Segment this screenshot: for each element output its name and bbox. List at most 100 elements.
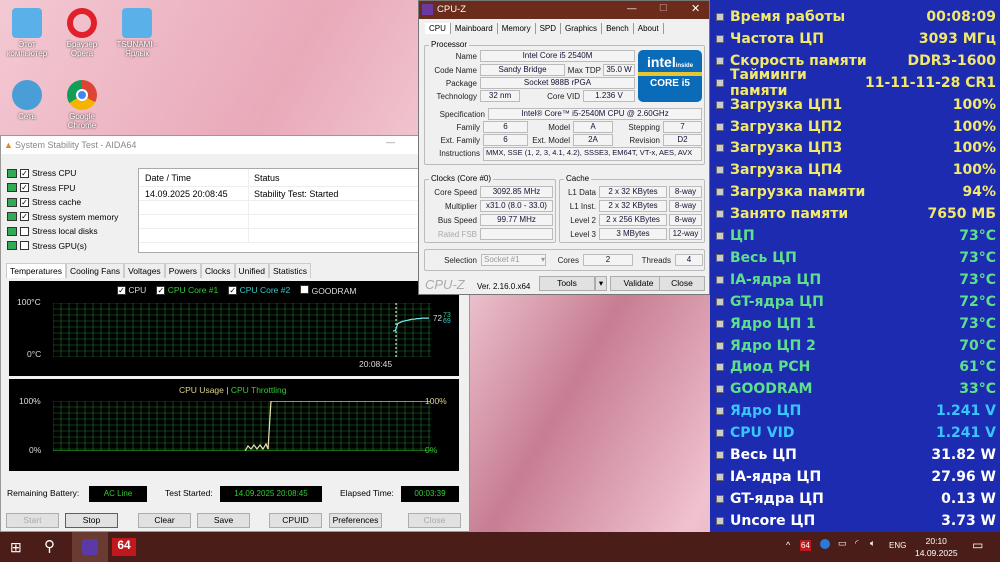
- desktop-icon-network[interactable]: Сеть: [2, 80, 52, 121]
- sensor-icon: [716, 100, 724, 109]
- stress-option[interactable]: ✓ Stress system memory: [7, 212, 118, 222]
- socket-select[interactable]: Socket #1 ▾: [481, 254, 546, 266]
- column-header-status: Status: [254, 172, 280, 183]
- computer-icon: [12, 8, 42, 38]
- stress-option[interactable]: ✓ Stress CPU: [7, 168, 76, 178]
- sensor-icon: [716, 516, 724, 525]
- stress-option[interactable]: ✓ Stress FPU: [7, 183, 75, 193]
- sensor-icon: [716, 166, 724, 175]
- desktop-icon-tsunami[interactable]: TSUNAMI - Ярлык: [112, 8, 162, 58]
- cache-group: Cache L1 Data 2 x 32 KBytes 8-way L1 Inst. 2 …: [559, 174, 705, 243]
- legend-item[interactable]: ✓ CPU: [117, 285, 146, 296]
- stress-option[interactable]: Stress local disks: [7, 226, 98, 236]
- tray-app-icon[interactable]: [820, 539, 830, 549]
- tab[interactable]: Cooling Fans: [65, 263, 125, 278]
- legend-item[interactable]: GOODRAM: [300, 285, 356, 296]
- cpuz-window: CPU-Z — ☐ ✕ CPU Mainboard Memory SPD Graphics B…: [418, 0, 710, 295]
- stress-option[interactable]: ✓ Stress cache: [7, 197, 81, 207]
- taskbar-cpuz[interactable]: [72, 532, 108, 562]
- language-indicator[interactable]: ENG: [889, 541, 906, 550]
- sensor-icon: [716, 363, 724, 372]
- sensor-row: Ядро ЦП 1.241 V: [716, 400, 996, 422]
- sensor-icon: [716, 13, 724, 21]
- stress-device-icon: [7, 197, 17, 207]
- minimize-button[interactable]: —: [627, 3, 637, 14]
- chevron-up-icon[interactable]: ^: [786, 540, 790, 550]
- checkbox[interactable]: ✓: [20, 183, 29, 192]
- sensor-row: Ядро ЦП 1 73°C: [716, 313, 996, 335]
- tab[interactable]: Temperatures: [6, 263, 66, 278]
- minimize-button[interactable]: —: [386, 137, 395, 147]
- tab[interactable]: Memory: [498, 23, 536, 34]
- sensor-icon: [716, 429, 724, 438]
- sensor-icon: [716, 275, 724, 284]
- stop-button[interactable]: Stop: [65, 513, 118, 528]
- tab[interactable]: Mainboard: [451, 23, 498, 34]
- sensor-icon: [716, 144, 724, 153]
- sensor-icon: [716, 407, 724, 416]
- cpuz-tabs: CPU Mainboard Memory SPD Graphics Bench About: [425, 23, 664, 34]
- table-row: 14.09.2025 20:08:45 Stability Test: Start…: [139, 187, 460, 201]
- tab[interactable]: Statistics: [269, 263, 312, 278]
- stress-option[interactable]: Stress GPU(s): [7, 241, 87, 251]
- sensor-row: Время работы 00:08:09: [716, 6, 996, 28]
- checkbox[interactable]: ✓: [20, 168, 29, 178]
- start-button[interactable]: Start: [6, 513, 59, 528]
- sensor-icon: [716, 34, 724, 43]
- checkbox[interactable]: [20, 241, 29, 250]
- checkbox[interactable]: [20, 226, 29, 236]
- tools-dropdown-button[interactable]: ▾: [595, 276, 607, 291]
- clear-button[interactable]: Clear: [138, 513, 191, 528]
- tab[interactable]: Unified: [234, 263, 270, 278]
- desktop-icon-chrome[interactable]: Google Chrome: [57, 80, 107, 130]
- checkbox[interactable]: ✓: [20, 197, 29, 207]
- legend-item[interactable]: ✓ CPU Core #2: [228, 285, 290, 296]
- tab[interactable]: SPD: [536, 23, 562, 34]
- selection-group: Selection Socket #1 ▾ Cores 2 Threads 4: [424, 249, 705, 271]
- sensor-icon: [716, 56, 724, 65]
- tab[interactable]: Powers: [164, 263, 202, 278]
- sensor-icon: [716, 297, 724, 306]
- notifications-icon[interactable]: ▭: [972, 538, 983, 552]
- sensor-row: IA-ядра ЦП 27.96 W: [716, 466, 996, 488]
- desktop-icon-opera[interactable]: Браузер Opera: [57, 8, 107, 58]
- flame-icon: ▲: [4, 140, 13, 150]
- cpuid-button[interactable]: CPUID: [269, 513, 322, 528]
- tab[interactable]: Bench: [602, 23, 634, 34]
- search-icon[interactable]: ⚲: [44, 537, 55, 555]
- sensor-icon: [716, 319, 724, 328]
- wifi-icon[interactable]: ◜: [855, 538, 859, 549]
- sensor-row: GT-ядра ЦП 72°C: [716, 291, 996, 313]
- sensor-icon: [716, 341, 724, 350]
- close-button[interactable]: Close: [659, 276, 705, 291]
- stress-device-icon: [7, 168, 17, 178]
- legend-item[interactable]: ✓ CPU Core #1: [156, 285, 218, 296]
- tab[interactable]: Clocks: [201, 263, 235, 278]
- sensor-row: CPU VID 1.241 V: [716, 422, 996, 444]
- tools-button[interactable]: Tools: [539, 276, 595, 291]
- clocks-group: Clocks (Core #0) Core Speed 3092.85 MHz M…: [424, 174, 556, 243]
- sensor-icon: [716, 122, 724, 131]
- tab[interactable]: About: [634, 23, 664, 34]
- save-button[interactable]: Save: [197, 513, 250, 528]
- close-icon[interactable]: ✕: [691, 2, 700, 15]
- intel-core-i5-logo: intelinside CORE i5: [638, 50, 702, 102]
- tab[interactable]: CPU: [425, 23, 451, 34]
- aida-tray-icon[interactable]: 64: [800, 540, 811, 551]
- desktop-icon-this-pc[interactable]: Этот компьютер: [2, 8, 52, 58]
- tab[interactable]: Voltages: [124, 263, 165, 278]
- taskbar-aida64[interactable]: 64: [112, 538, 136, 556]
- volume-icon[interactable]: 🔈︎: [870, 538, 875, 549]
- battery-icon[interactable]: ▭: [838, 538, 847, 549]
- preferences-button[interactable]: Preferences: [329, 513, 382, 528]
- checkbox[interactable]: ✓: [20, 212, 29, 221]
- sensor-row: GT-ядра ЦП 0.13 W: [716, 488, 996, 510]
- close-button[interactable]: Close: [408, 513, 461, 528]
- sensor-icon: [716, 451, 724, 459]
- sensor-row: Весь ЦП 73°C: [716, 247, 996, 269]
- clock[interactable]: 20:10 14.09.2025: [915, 535, 958, 559]
- maximize-button[interactable]: ☐: [659, 3, 668, 14]
- sensor-icon: [716, 494, 724, 503]
- tab[interactable]: Graphics: [561, 23, 603, 34]
- windows-start-icon[interactable]: ⊞: [10, 539, 22, 556]
